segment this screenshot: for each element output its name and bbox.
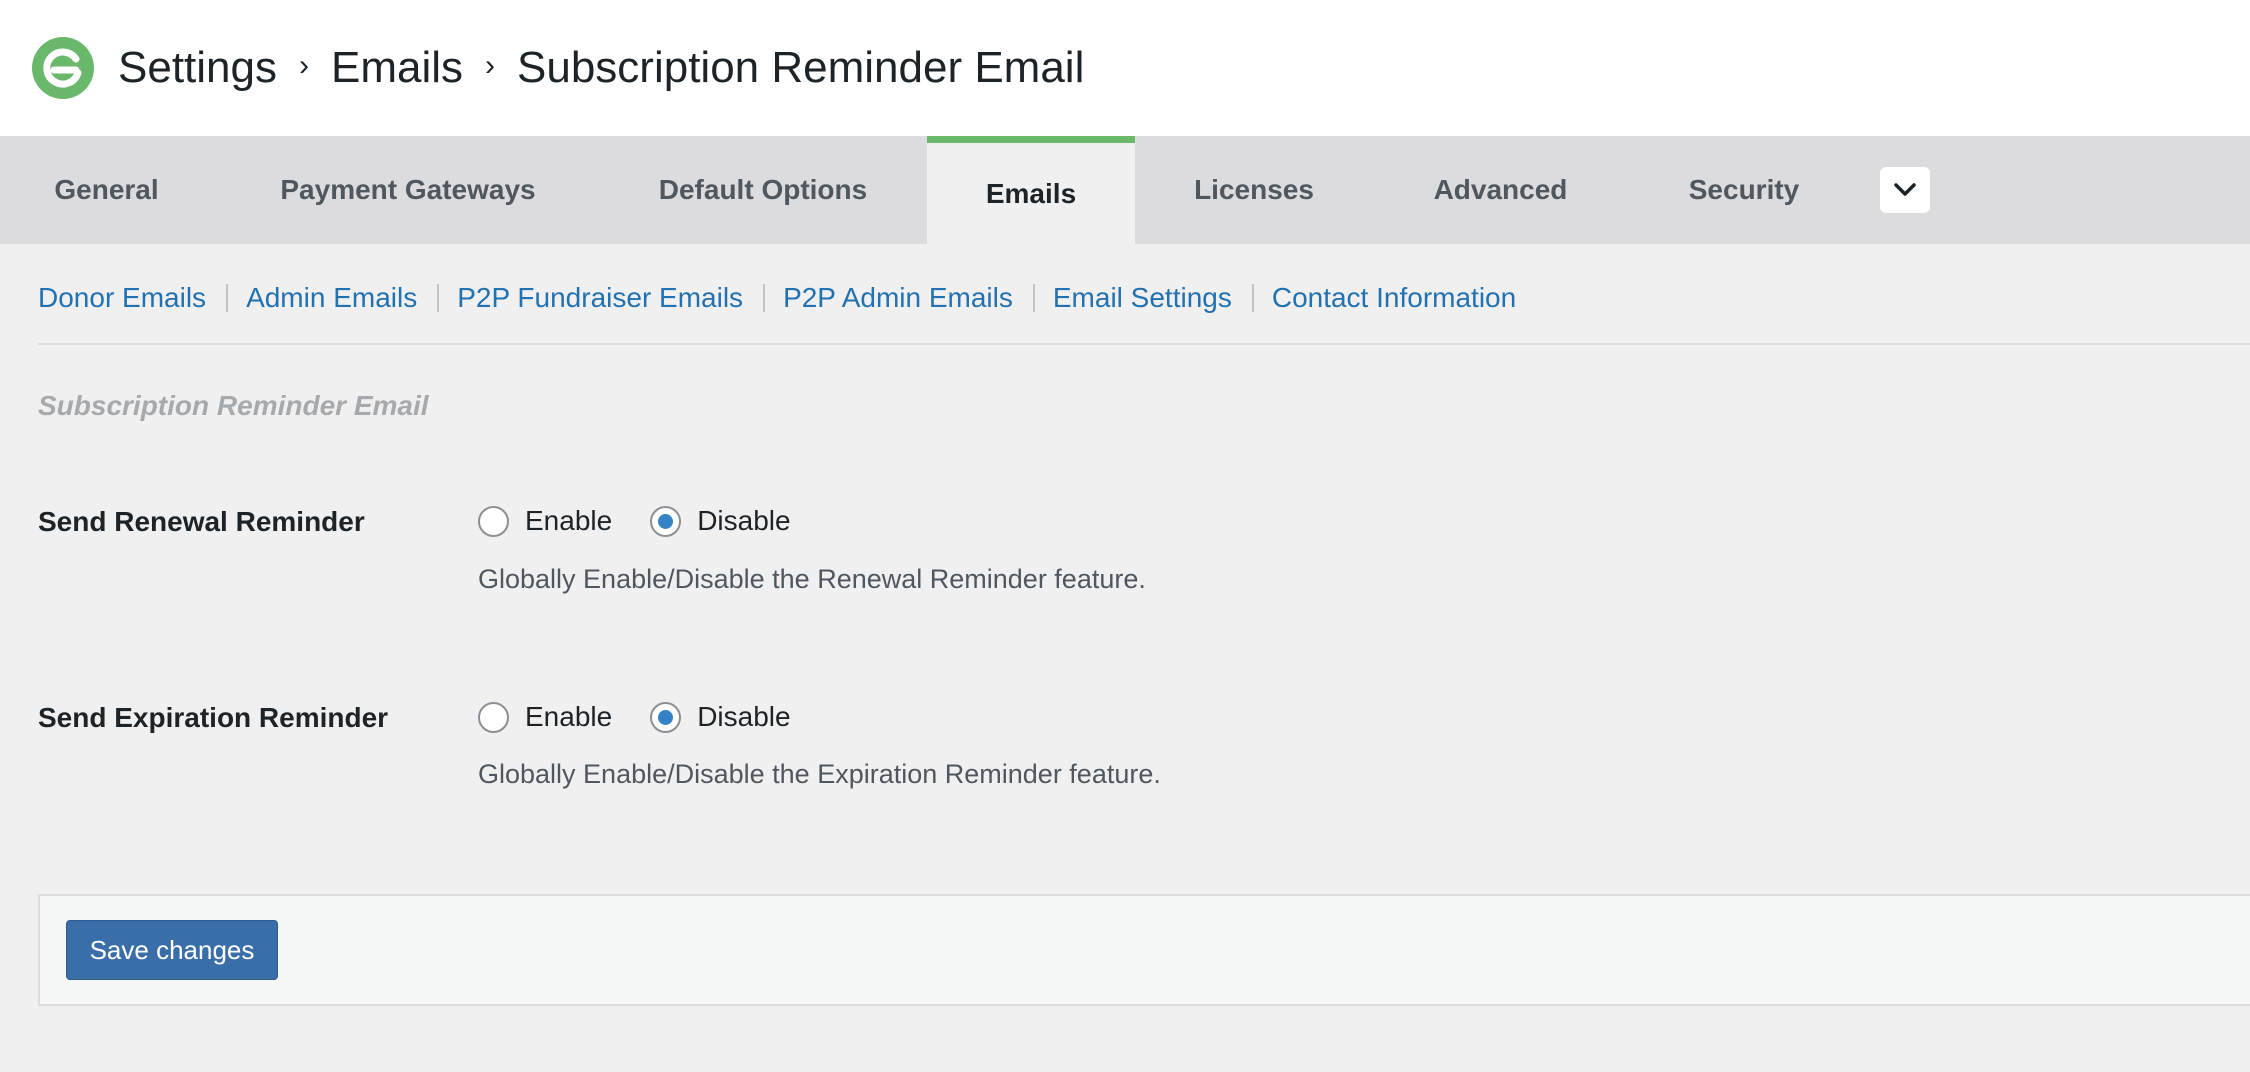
breadcrumb-emails[interactable]: Emails: [331, 43, 463, 93]
tab-emails[interactable]: Emails: [927, 136, 1135, 244]
expiration-disable-radio[interactable]: [650, 701, 682, 733]
radio-selected-dot: [658, 513, 674, 529]
renewal-disable-radio[interactable]: [650, 505, 682, 537]
subnav-divider: [1251, 284, 1254, 312]
subnav-admin-emails[interactable]: Admin Emails: [246, 282, 417, 314]
subnav-donor-emails[interactable]: Donor Emails: [38, 282, 206, 314]
section-title: Subscription Reminder Email: [38, 390, 429, 421]
renewal-reminder-label: Send Renewal Reminder: [38, 506, 365, 537]
radio-label[interactable]: Enable: [525, 505, 612, 537]
expiration-reminder-options: Enable Disable: [478, 701, 829, 733]
subnav-divider: [763, 284, 766, 312]
subnav-p2p-admin-emails[interactable]: P2P Admin Emails: [783, 282, 1013, 314]
tab-general[interactable]: General: [0, 136, 213, 244]
tab-licenses[interactable]: Licenses: [1135, 136, 1373, 244]
breadcrumb-separator: ›: [298, 49, 309, 82]
breadcrumb-separator: ›: [485, 49, 496, 82]
expiration-enable-radio[interactable]: [478, 701, 509, 733]
chevron-down-icon: [1894, 183, 1916, 196]
radio-label[interactable]: Enable: [525, 701, 612, 733]
subnav-divider: [226, 284, 229, 312]
tab-advanced[interactable]: Advanced: [1373, 136, 1628, 244]
tab-default-options[interactable]: Default Options: [603, 136, 923, 244]
givewp-logo-icon: [32, 37, 94, 99]
subnav-divider: [1032, 284, 1035, 312]
email-subnav: Donor Emails Admin Emails P2P Fundraiser…: [38, 280, 1516, 316]
page-header: Settings › Emails › Subscription Reminde…: [0, 0, 2250, 136]
breadcrumb-settings[interactable]: Settings: [118, 43, 277, 93]
renewal-enable-radio[interactable]: [478, 505, 509, 537]
tab-security[interactable]: Security: [1628, 136, 1860, 244]
renewal-reminder-description: Globally Enable/Disable the Renewal Remi…: [478, 564, 1146, 594]
expiration-reminder-description: Globally Enable/Disable the Expiration R…: [478, 759, 1161, 789]
subnav-divider: [437, 284, 440, 312]
settings-tabs: General Payment Gateways Default Options…: [0, 136, 2250, 244]
radio-label[interactable]: Disable: [697, 505, 790, 537]
expiration-reminder-label: Send Expiration Reminder: [38, 702, 389, 733]
save-panel: Save changes: [38, 894, 2250, 1006]
save-changes-button[interactable]: Save changes: [66, 920, 278, 980]
breadcrumb: Settings › Emails › Subscription Reminde…: [118, 43, 1084, 93]
breadcrumb-current: Subscription Reminder Email: [517, 43, 1085, 92]
subnav-contact-information[interactable]: Contact Information: [1272, 282, 1516, 314]
subnav-p2p-fundraiser-emails[interactable]: P2P Fundraiser Emails: [457, 282, 743, 314]
radio-label[interactable]: Disable: [697, 701, 790, 733]
subnav-email-settings[interactable]: Email Settings: [1053, 282, 1232, 314]
radio-selected-dot: [658, 709, 674, 725]
more-tabs-button[interactable]: [1880, 167, 1930, 213]
renewal-reminder-options: Enable Disable: [478, 505, 829, 537]
tab-payment-gateways[interactable]: Payment Gateways: [213, 136, 603, 244]
divider: [38, 343, 2250, 345]
